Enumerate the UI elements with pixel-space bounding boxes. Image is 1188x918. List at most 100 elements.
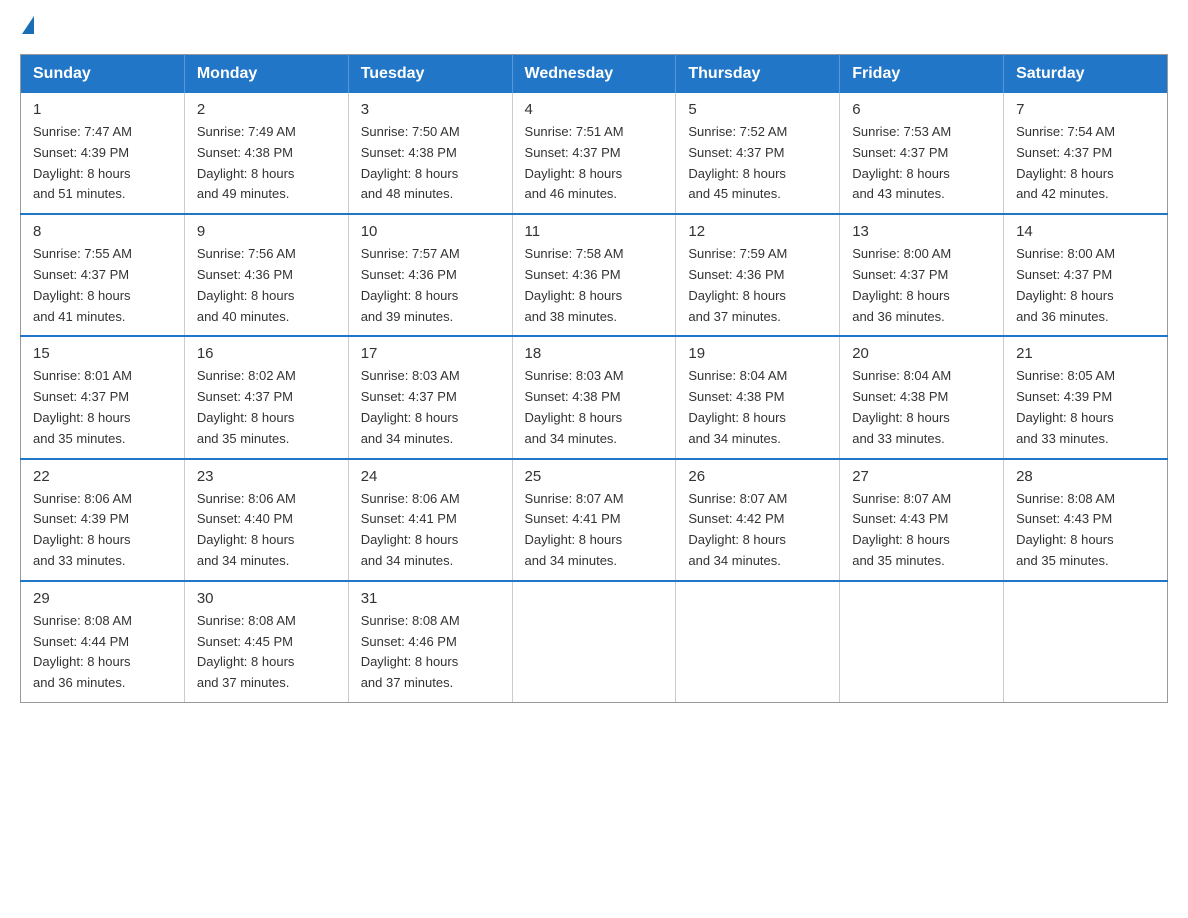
day-info: Sunrise: 8:02 AM Sunset: 4:37 PM Dayligh… [197,366,336,449]
day-info: Sunrise: 7:58 AM Sunset: 4:36 PM Dayligh… [525,244,664,327]
day-info: Sunrise: 8:08 AM Sunset: 4:45 PM Dayligh… [197,611,336,694]
logo [20,20,34,34]
day-info: Sunrise: 7:47 AM Sunset: 4:39 PM Dayligh… [33,122,172,205]
day-cell: 7 Sunrise: 7:54 AM Sunset: 4:37 PM Dayli… [1004,93,1168,214]
day-info: Sunrise: 7:51 AM Sunset: 4:37 PM Dayligh… [525,122,664,205]
day-number: 9 [197,223,336,240]
day-cell: 24 Sunrise: 8:06 AM Sunset: 4:41 PM Dayl… [348,459,512,581]
day-info: Sunrise: 7:52 AM Sunset: 4:37 PM Dayligh… [688,122,827,205]
day-cell: 26 Sunrise: 8:07 AM Sunset: 4:42 PM Dayl… [676,459,840,581]
day-number: 28 [1016,468,1155,485]
header-cell-friday: Friday [840,55,1004,94]
logo-text [20,20,34,34]
day-number: 2 [197,101,336,118]
day-cell: 15 Sunrise: 8:01 AM Sunset: 4:37 PM Dayl… [21,336,185,458]
day-info: Sunrise: 8:07 AM Sunset: 4:43 PM Dayligh… [852,489,991,572]
day-cell [512,581,676,703]
week-row-1: 1 Sunrise: 7:47 AM Sunset: 4:39 PM Dayli… [21,93,1168,214]
day-cell: 27 Sunrise: 8:07 AM Sunset: 4:43 PM Dayl… [840,459,1004,581]
day-info: Sunrise: 8:06 AM Sunset: 4:39 PM Dayligh… [33,489,172,572]
day-number: 16 [197,345,336,362]
day-number: 29 [33,590,172,607]
day-number: 8 [33,223,172,240]
day-info: Sunrise: 8:00 AM Sunset: 4:37 PM Dayligh… [852,244,991,327]
day-number: 24 [361,468,500,485]
day-info: Sunrise: 7:49 AM Sunset: 4:38 PM Dayligh… [197,122,336,205]
day-info: Sunrise: 8:03 AM Sunset: 4:37 PM Dayligh… [361,366,500,449]
page-header [20,20,1168,34]
day-number: 19 [688,345,827,362]
day-number: 15 [33,345,172,362]
week-row-4: 22 Sunrise: 8:06 AM Sunset: 4:39 PM Dayl… [21,459,1168,581]
day-cell: 29 Sunrise: 8:08 AM Sunset: 4:44 PM Dayl… [21,581,185,703]
day-cell: 8 Sunrise: 7:55 AM Sunset: 4:37 PM Dayli… [21,214,185,336]
header-cell-thursday: Thursday [676,55,840,94]
day-cell: 23 Sunrise: 8:06 AM Sunset: 4:40 PM Dayl… [184,459,348,581]
day-number: 18 [525,345,664,362]
day-number: 17 [361,345,500,362]
day-number: 4 [525,101,664,118]
day-cell: 16 Sunrise: 8:02 AM Sunset: 4:37 PM Dayl… [184,336,348,458]
calendar-header: SundayMondayTuesdayWednesdayThursdayFrid… [21,55,1168,94]
day-number: 12 [688,223,827,240]
header-cell-monday: Monday [184,55,348,94]
day-number: 23 [197,468,336,485]
day-cell: 22 Sunrise: 8:06 AM Sunset: 4:39 PM Dayl… [21,459,185,581]
day-number: 5 [688,101,827,118]
day-cell: 11 Sunrise: 7:58 AM Sunset: 4:36 PM Dayl… [512,214,676,336]
day-number: 14 [1016,223,1155,240]
day-cell [1004,581,1168,703]
day-cell: 10 Sunrise: 7:57 AM Sunset: 4:36 PM Dayl… [348,214,512,336]
day-cell [840,581,1004,703]
day-number: 26 [688,468,827,485]
day-info: Sunrise: 8:04 AM Sunset: 4:38 PM Dayligh… [688,366,827,449]
day-cell: 17 Sunrise: 8:03 AM Sunset: 4:37 PM Dayl… [348,336,512,458]
calendar-table: SundayMondayTuesdayWednesdayThursdayFrid… [20,54,1168,703]
day-info: Sunrise: 8:06 AM Sunset: 4:41 PM Dayligh… [361,489,500,572]
header-cell-sunday: Sunday [21,55,185,94]
day-cell: 18 Sunrise: 8:03 AM Sunset: 4:38 PM Dayl… [512,336,676,458]
header-cell-wednesday: Wednesday [512,55,676,94]
week-row-2: 8 Sunrise: 7:55 AM Sunset: 4:37 PM Dayli… [21,214,1168,336]
day-info: Sunrise: 7:57 AM Sunset: 4:36 PM Dayligh… [361,244,500,327]
day-number: 22 [33,468,172,485]
day-info: Sunrise: 8:08 AM Sunset: 4:46 PM Dayligh… [361,611,500,694]
day-number: 20 [852,345,991,362]
header-cell-saturday: Saturday [1004,55,1168,94]
day-number: 3 [361,101,500,118]
week-row-3: 15 Sunrise: 8:01 AM Sunset: 4:37 PM Dayl… [21,336,1168,458]
day-info: Sunrise: 8:06 AM Sunset: 4:40 PM Dayligh… [197,489,336,572]
day-number: 27 [852,468,991,485]
day-cell: 14 Sunrise: 8:00 AM Sunset: 4:37 PM Dayl… [1004,214,1168,336]
day-cell: 30 Sunrise: 8:08 AM Sunset: 4:45 PM Dayl… [184,581,348,703]
day-number: 13 [852,223,991,240]
day-number: 30 [197,590,336,607]
day-info: Sunrise: 7:53 AM Sunset: 4:37 PM Dayligh… [852,122,991,205]
day-cell: 3 Sunrise: 7:50 AM Sunset: 4:38 PM Dayli… [348,93,512,214]
day-cell: 5 Sunrise: 7:52 AM Sunset: 4:37 PM Dayli… [676,93,840,214]
day-cell: 6 Sunrise: 7:53 AM Sunset: 4:37 PM Dayli… [840,93,1004,214]
day-cell: 9 Sunrise: 7:56 AM Sunset: 4:36 PM Dayli… [184,214,348,336]
day-number: 7 [1016,101,1155,118]
day-info: Sunrise: 7:59 AM Sunset: 4:36 PM Dayligh… [688,244,827,327]
day-cell: 31 Sunrise: 8:08 AM Sunset: 4:46 PM Dayl… [348,581,512,703]
header-cell-tuesday: Tuesday [348,55,512,94]
day-info: Sunrise: 7:54 AM Sunset: 4:37 PM Dayligh… [1016,122,1155,205]
day-info: Sunrise: 8:01 AM Sunset: 4:37 PM Dayligh… [33,366,172,449]
day-info: Sunrise: 8:00 AM Sunset: 4:37 PM Dayligh… [1016,244,1155,327]
day-cell: 19 Sunrise: 8:04 AM Sunset: 4:38 PM Dayl… [676,336,840,458]
logo-triangle-icon [22,16,34,34]
day-number: 21 [1016,345,1155,362]
day-cell: 1 Sunrise: 7:47 AM Sunset: 4:39 PM Dayli… [21,93,185,214]
calendar-body: 1 Sunrise: 7:47 AM Sunset: 4:39 PM Dayli… [21,93,1168,702]
day-info: Sunrise: 8:03 AM Sunset: 4:38 PM Dayligh… [525,366,664,449]
day-info: Sunrise: 8:07 AM Sunset: 4:41 PM Dayligh… [525,489,664,572]
header-row: SundayMondayTuesdayWednesdayThursdayFrid… [21,55,1168,94]
day-cell: 28 Sunrise: 8:08 AM Sunset: 4:43 PM Dayl… [1004,459,1168,581]
day-number: 31 [361,590,500,607]
day-info: Sunrise: 7:55 AM Sunset: 4:37 PM Dayligh… [33,244,172,327]
day-info: Sunrise: 8:08 AM Sunset: 4:44 PM Dayligh… [33,611,172,694]
day-number: 10 [361,223,500,240]
day-info: Sunrise: 8:05 AM Sunset: 4:39 PM Dayligh… [1016,366,1155,449]
day-cell: 25 Sunrise: 8:07 AM Sunset: 4:41 PM Dayl… [512,459,676,581]
